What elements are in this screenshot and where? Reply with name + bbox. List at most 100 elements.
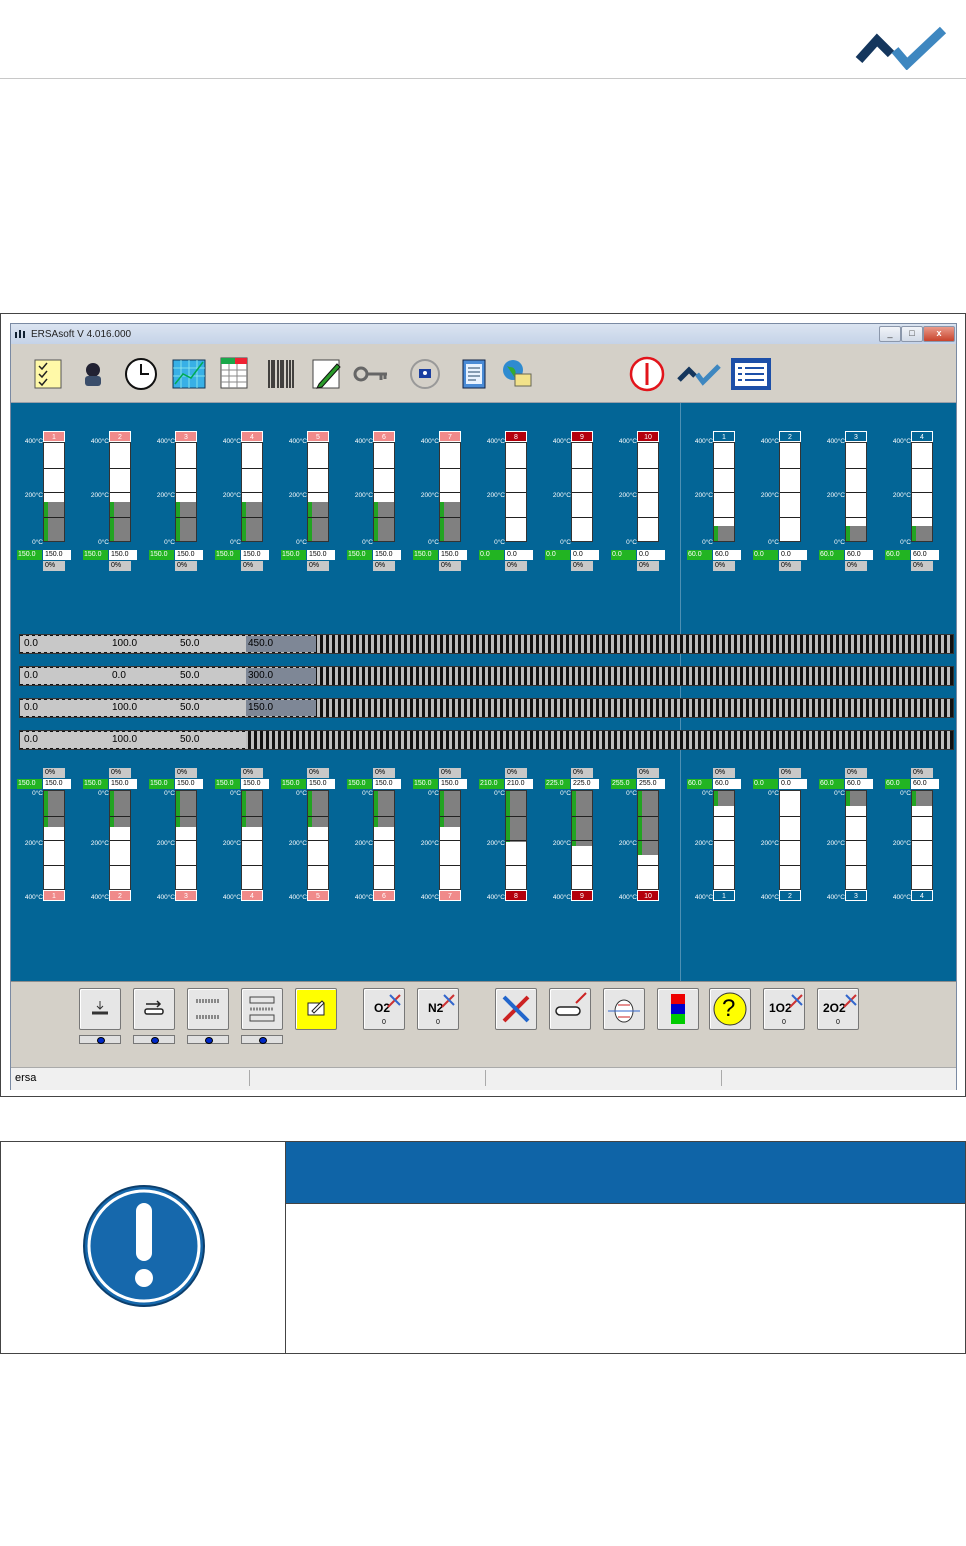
maximize-button[interactable]: □: [901, 326, 923, 342]
edit-button[interactable]: [295, 988, 337, 1030]
cooler-gauge[interactable]: 0% 60.0 60.0 0°C 200°C 400°C 3: [819, 768, 883, 918]
scale-tick: [308, 864, 328, 866]
heater-gauge[interactable]: 0% 150.0 150.0 0°C 200°C 400°C 2: [83, 768, 147, 918]
scale-tick: [506, 492, 526, 493]
close-button[interactable]: x: [923, 326, 955, 342]
heater-gauge[interactable]: 0% 150.0 150.0 0°C 200°C 400°C 3: [149, 768, 213, 918]
table-icon[interactable]: [217, 356, 253, 392]
conveyor-bar[interactable]: 0.0 100.0 50.0 150.0: [19, 698, 954, 718]
conveyor-2-button[interactable]: [133, 988, 175, 1030]
o2-sensor-1-button[interactable]: 1O2 0: [763, 988, 805, 1030]
actual-value: 0.0: [779, 779, 807, 789]
conveyor-bar[interactable]: 0.0 100.0 50.0 450.0: [19, 634, 954, 654]
conveyor-bar[interactable]: 0.0 0.0 50.0 300.0: [19, 666, 954, 686]
heater-gauge[interactable]: 0% 225.0 225.0 0°C 200°C 400°C 9: [545, 768, 609, 918]
conveyor-tools-button[interactable]: [549, 988, 591, 1030]
setpoint-marker: [714, 526, 718, 541]
cooler-gauge[interactable]: 0% 60.0 60.0 0°C 200°C 400°C 1: [687, 768, 751, 918]
heater-gauge[interactable]: 3 400°C 200°C 0°C 150.0 150.0 0%: [149, 431, 213, 581]
scale-label-top: 400°C: [892, 438, 911, 445]
heater-gauge[interactable]: 0% 150.0 150.0 0°C 200°C 400°C 6: [347, 768, 411, 918]
pencil-icon[interactable]: [309, 356, 345, 392]
cooler-gauge[interactable]: 3 400°C 200°C 0°C 60.0 60.0 0%: [819, 431, 883, 581]
scale-tick: [780, 864, 800, 866]
clock-icon[interactable]: [123, 356, 159, 392]
checklist-icon[interactable]: [31, 356, 67, 392]
power-percent: 0%: [439, 561, 461, 571]
heater-gauge[interactable]: 0% 255.0 255.0 0°C 200°C 400°C 10: [611, 768, 675, 918]
scale-label-top: 400°C: [486, 894, 505, 901]
conveyor-bar[interactable]: 0.0 100.0 50.0: [19, 730, 954, 750]
scale-tick: [572, 840, 592, 841]
heater-gauge[interactable]: 4 400°C 200°C 0°C 150.0 150.0 0%: [215, 431, 279, 581]
heater-gauge[interactable]: 10 400°C 200°C 0°C 0.0 0.0 0%: [611, 431, 675, 581]
heater-gauge[interactable]: 0% 150.0 150.0 0°C 200°C 400°C 5: [281, 768, 345, 918]
minimize-button[interactable]: _: [879, 326, 901, 342]
heater-gauge[interactable]: 8 400°C 200°C 0°C 0.0 0.0 0%: [479, 431, 543, 581]
heater-gauge[interactable]: 5 400°C 200°C 0°C 150.0 150.0 0%: [281, 431, 345, 581]
notes-icon[interactable]: [455, 356, 491, 392]
heater-gauge[interactable]: 6 400°C 200°C 0°C 150.0 150.0 0%: [347, 431, 411, 581]
chart-icon[interactable]: [171, 356, 207, 392]
scale-tick: [308, 840, 328, 841]
setpoint-value: 150.0: [83, 550, 108, 560]
heater-gauge[interactable]: 0% 210.0 210.0 0°C 200°C 400°C 8: [479, 768, 543, 918]
power-percent: 0%: [175, 561, 197, 571]
heater-gauge[interactable]: 1 400°C 200°C 0°C 150.0 150.0 0%: [17, 431, 81, 581]
heater-gauge[interactable]: 2 400°C 200°C 0°C 150.0 150.0 0%: [83, 431, 147, 581]
o2-sensor-2-button[interactable]: 2O2 0: [817, 988, 859, 1030]
bottom-toolbar: O2 0 N2 0 ? 1O2 0 2O2 0: [11, 981, 956, 1067]
cooler-gauge[interactable]: 0% 0.0 0.0 0°C 200°C 400°C 2: [753, 768, 817, 918]
help-button[interactable]: ?: [709, 988, 751, 1030]
ersa-logo-icon[interactable]: [677, 356, 721, 392]
heater-gauge[interactable]: 0% 150.0 150.0 0°C 200°C 400°C 7: [413, 768, 477, 918]
scale-label-mid: 200°C: [354, 840, 373, 847]
chain-button[interactable]: [241, 988, 283, 1030]
software-screenshot: ERSAsoft V 4.016.000 _ □ x 1 400°C 200°C 0°…: [0, 313, 966, 1097]
barcode-icon[interactable]: [263, 356, 299, 392]
sensor-button[interactable]: [603, 988, 645, 1030]
scale-label-top: 400°C: [760, 438, 779, 445]
scale-label-zero: 0°C: [560, 790, 571, 797]
zone-divider: [680, 403, 681, 981]
power-icon[interactable]: [629, 356, 665, 392]
temperature-bar: [109, 442, 131, 542]
cooler-gauge[interactable]: 2 400°C 200°C 0°C 0.0 0.0 0%: [753, 431, 817, 581]
zone-number: 4: [911, 431, 933, 442]
setpoint-value: 150.0: [281, 550, 306, 560]
cooler-gauge[interactable]: 4 400°C 200°C 0°C 60.0 60.0 0%: [885, 431, 949, 581]
color-button[interactable]: [657, 988, 699, 1030]
list-icon[interactable]: [729, 356, 773, 392]
n2-button[interactable]: N2 0: [417, 988, 459, 1030]
zone-number: 1: [713, 431, 735, 442]
setpoint-value: 150.0: [413, 550, 438, 560]
o2-button[interactable]: O2 0: [363, 988, 405, 1030]
tools-button[interactable]: [495, 988, 537, 1030]
heater-gauge[interactable]: 0% 150.0 150.0 0°C 200°C 400°C 1: [17, 768, 81, 918]
scale-tick: [44, 815, 64, 817]
heater-gauge[interactable]: 7 400°C 200°C 0°C 150.0 150.0 0%: [413, 431, 477, 581]
app-icon: [15, 330, 25, 338]
scale-label-mid: 200°C: [156, 840, 175, 847]
setpoint-value: 60.0: [819, 550, 844, 560]
conveyor-1-button[interactable]: [79, 988, 121, 1030]
scale-label-zero: 0°C: [834, 790, 845, 797]
heater-button[interactable]: [187, 988, 229, 1030]
user-icon[interactable]: [75, 356, 111, 392]
network-icon[interactable]: [499, 356, 535, 392]
cooler-gauge[interactable]: 1 400°C 200°C 0°C 60.0 60.0 0%: [687, 431, 751, 581]
heater-gauge[interactable]: 0% 150.0 150.0 0°C 200°C 400°C 4: [215, 768, 279, 918]
scale-tick: [44, 492, 64, 493]
temperature-bar: [307, 442, 329, 542]
key-icon[interactable]: [353, 356, 389, 392]
heater-gauge[interactable]: 9 400°C 200°C 0°C 0.0 0.0 0%: [545, 431, 609, 581]
scale-tick: [506, 840, 526, 841]
conveyor-2-indicator: [133, 1035, 175, 1044]
scale-label-mid: 200°C: [694, 840, 713, 847]
setpoint-value: 150.0: [17, 779, 42, 789]
scale-tick: [714, 864, 734, 866]
cooler-gauge[interactable]: 0% 60.0 60.0 0°C 200°C 400°C 4: [885, 768, 949, 918]
conveyor-value: 50.0: [180, 670, 200, 681]
actual-value: 150.0: [175, 779, 203, 789]
cycle-icon[interactable]: [407, 356, 443, 392]
